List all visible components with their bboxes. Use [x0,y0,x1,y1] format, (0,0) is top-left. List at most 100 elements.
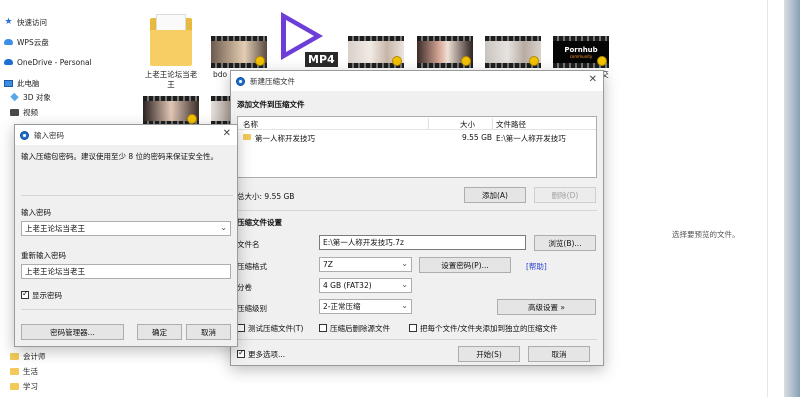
player-badge-icon [392,56,402,66]
logo-text: Pornhub [564,45,598,54]
start-button[interactable]: 开始(S) [458,346,520,362]
onedrive-icon [4,59,13,65]
player-badge-icon [597,56,607,66]
list-header: 名称 大小 文件路径 [238,117,596,130]
test-archive-checkbox[interactable] [237,324,245,332]
folder-icon [10,352,19,360]
video-thumbnail[interactable] [485,36,541,68]
nav-3d-objects[interactable]: 3D 对象 [10,90,51,104]
cancel-button[interactable]: 取消 [528,346,590,362]
separate-archives-label: 把每个文件/文件夹添加到独立的压缩文件 [420,324,558,333]
nav-this-pc[interactable]: 此电脑 [4,76,40,90]
cube-icon [10,92,19,102]
instruction-text: 输入压缩包密码。建议使用至少 8 位的密码来保证安全性。 [21,152,219,161]
divider [21,195,233,196]
player-badge-icon [461,56,471,66]
delete-button[interactable]: 删除(D) [534,187,596,203]
preview-pane-text: 选择要预览的文件。 [672,230,740,239]
filename-label: 文件名 [237,240,260,249]
total-size: 总大小: 9.55 GB [237,192,295,201]
help-link[interactable]: [帮助] [526,261,547,272]
table-row[interactable]: 第一人称开发技巧 9.55 GB E:\第一人称开发技巧 [238,131,596,144]
filename-input[interactable]: E:\第一人称开发技巧.7z [319,235,526,250]
folder-item[interactable] [150,14,192,66]
dialog-title: 输入密码 [34,130,64,140]
app-icon [20,130,29,140]
reenter-password-label: 重新输入密码 [21,251,66,260]
folder-icon [10,382,19,390]
password-manager-button[interactable]: 密码管理器... [21,324,124,340]
close-icon[interactable]: ✕ [589,74,597,85]
set-password-button[interactable]: 设置密码(P)... [419,257,511,273]
chevron-down-icon[interactable]: ⌄ [220,223,227,232]
player-badge-icon [529,56,539,66]
new-archive-dialog: 新建压缩文件 ✕ 添加文件到压缩文件 名称 大小 文件路径 第一人称开发技巧 9… [230,70,604,366]
video-thumbnail[interactable] [143,96,199,126]
nav-folder-life[interactable]: 生活 [10,364,38,378]
reenter-password-input[interactable]: 上老王论坛当老王 [21,264,231,279]
mp4-badge: MP4 [305,52,338,67]
ok-button[interactable]: 确定 [137,324,182,340]
cloud-icon [4,39,13,45]
nav-wps-cloud[interactable]: WPS云盘 [4,35,49,49]
row-size: 9.55 GB [462,133,493,142]
logo-subtext: community [569,53,593,59]
chevron-down-icon: ⌄ [401,280,408,289]
video-icon [10,108,19,116]
close-icon[interactable]: ✕ [223,128,231,139]
divider [21,309,233,310]
dialog-titlebar: 新建压缩文件 ✕ [231,71,603,91]
cancel-button[interactable]: 取消 [186,324,231,340]
player-badge-icon [187,114,197,124]
star-icon: ★ [4,17,13,27]
chevron-down-icon: ⌄ [401,259,408,268]
show-password-checkbox[interactable] [21,289,29,299]
split-label: 分卷 [237,283,252,292]
folder-icon [10,367,19,375]
password-dialog: 输入密码 ✕ 输入压缩包密码。建议使用至少 8 位的密码来保证安全性。 输入密码… [14,124,238,347]
divider [237,210,597,211]
format-select[interactable]: 7Z ⌄ [319,257,412,272]
nav-folder-study[interactable]: 学习 [10,379,38,393]
column-header-path[interactable]: 文件路径 [496,119,526,130]
nav-videos[interactable]: 视频 [10,105,38,119]
divider [237,339,597,340]
more-options-label: 更多选项... [248,350,286,359]
column-header-name[interactable]: 名称 [243,119,258,130]
delete-source-checkbox[interactable] [319,324,327,332]
section-heading: 压缩文件设置 [237,218,282,227]
chevron-down-icon: ⌄ [401,301,408,310]
test-archive-label: 测试压缩文件(T) [248,324,304,333]
nav-onedrive[interactable]: OneDrive - Personal [4,55,92,69]
split-select[interactable]: 4 GB (FAT32) ⌄ [319,278,412,293]
video-thumbnail[interactable] [211,36,267,68]
video-thumbnail[interactable]: Pornhub community [553,36,609,68]
folder-item-label: 上老王论坛当老 王 [144,70,198,89]
delete-source-label: 压缩后删除源文件 [330,324,390,333]
add-button[interactable]: 添加(A) [464,187,526,203]
player-badge-icon [255,56,265,66]
pc-icon [4,79,13,87]
enter-password-input[interactable]: 上老王论坛当老王 ⌄ [21,221,231,236]
format-label: 压缩格式 [237,262,267,271]
divider [767,0,768,397]
nav-quick-access[interactable]: ★ 快速访问 [4,15,47,29]
dialog-titlebar: 输入密码 ✕ [15,125,237,145]
row-name: 第一人称开发技巧 [255,134,315,143]
more-options-checkbox[interactable] [237,348,245,358]
level-select[interactable]: 2-正常压缩 ⌄ [319,299,412,314]
browse-button[interactable]: 浏览(B)... [534,235,596,251]
folder-icon [243,134,251,140]
dialog-title: 新建压缩文件 [250,76,295,86]
file-list[interactable]: 名称 大小 文件路径 第一人称开发技巧 9.55 GB E:\第一人称开发技巧 [237,116,597,178]
video-thumbnail[interactable] [348,36,404,68]
nav-folder-accountant[interactable]: 会计师 [10,349,46,363]
folder-icon [150,30,192,66]
section-heading: 添加文件到压缩文件 [237,100,305,109]
advanced-settings-button[interactable]: 高级设置 » [497,299,596,315]
desktop-edge [784,0,800,397]
level-label: 压缩级别 [237,304,267,313]
column-header-size[interactable]: 大小 [460,119,475,130]
video-thumbnail[interactable] [417,36,473,68]
separate-archives-checkbox[interactable] [409,324,417,332]
